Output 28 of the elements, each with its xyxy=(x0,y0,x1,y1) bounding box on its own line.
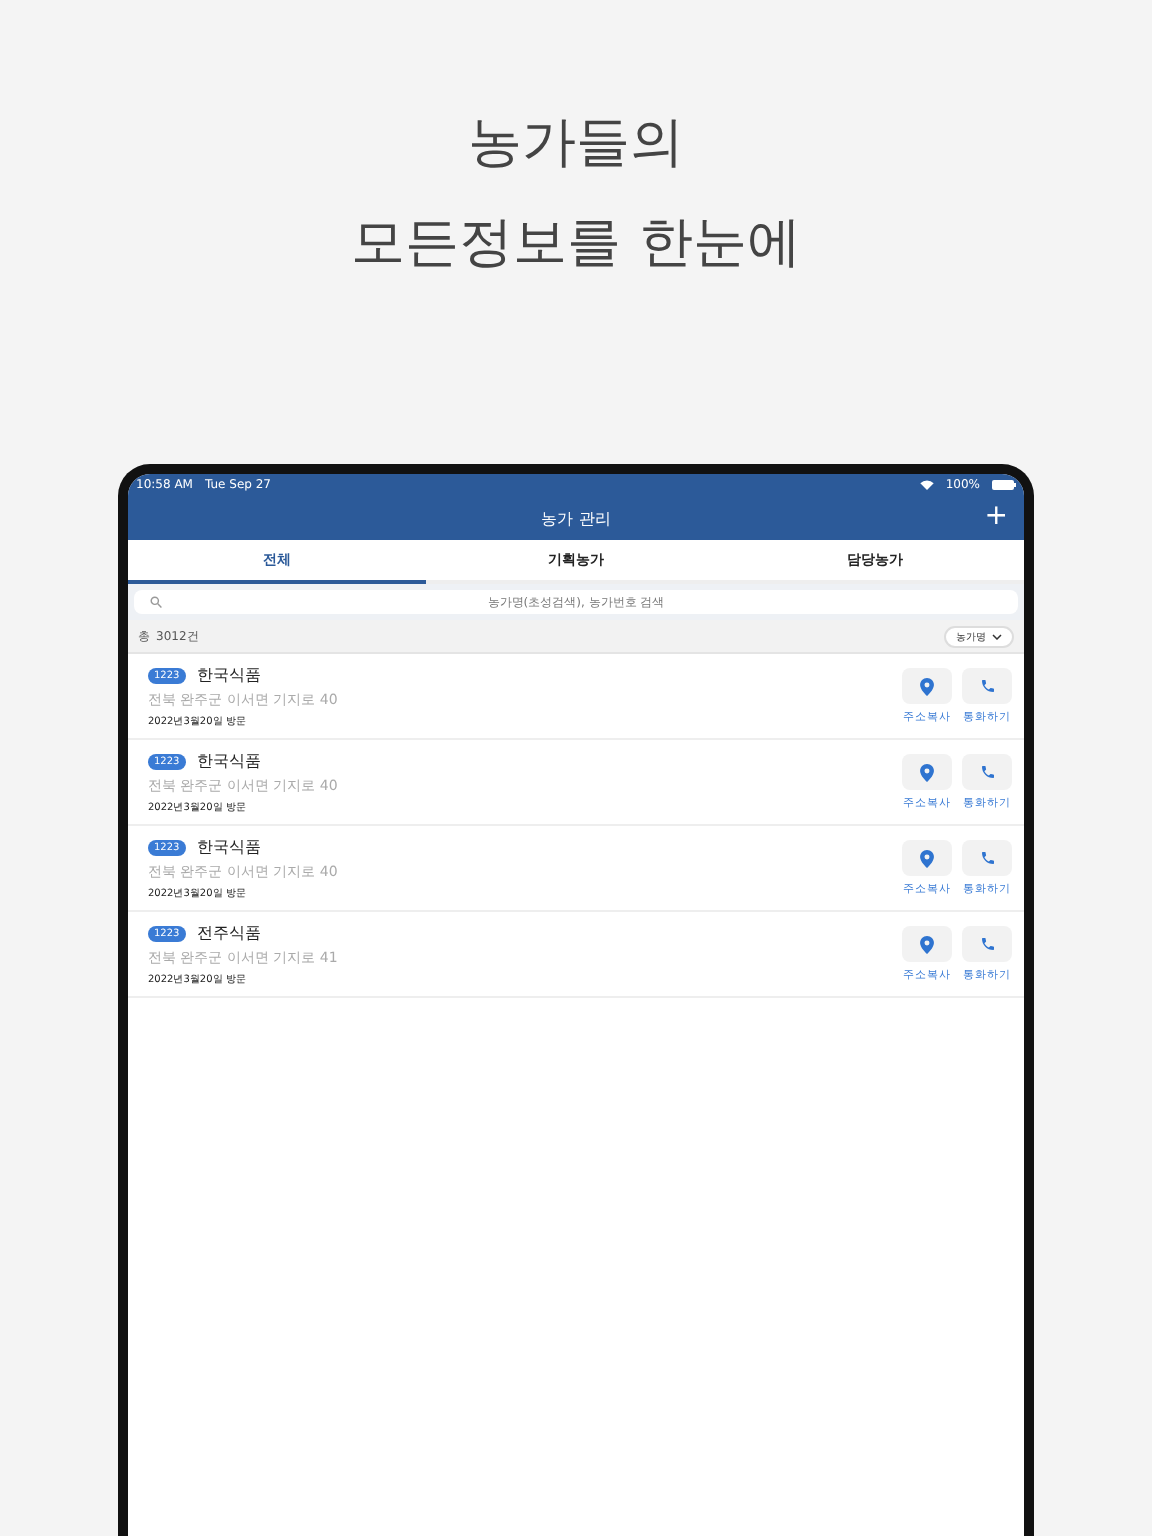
farm-name: 한국식품 xyxy=(197,750,262,772)
copy-address-button[interactable] xyxy=(902,840,952,876)
phone-icon xyxy=(979,678,995,694)
wifi-icon xyxy=(919,480,934,490)
screen-title: 농가 관리 xyxy=(541,507,611,529)
copy-address-button[interactable] xyxy=(902,668,952,704)
call-button[interactable] xyxy=(962,926,1012,962)
phone-icon xyxy=(979,850,995,866)
call-button[interactable] xyxy=(962,754,1012,790)
call-button[interactable] xyxy=(962,668,1012,704)
battery-icon xyxy=(992,480,1016,490)
call-button[interactable] xyxy=(962,840,1012,876)
location-pin-icon xyxy=(920,677,934,695)
copy-address-button[interactable] xyxy=(902,926,952,962)
farm-name: 전주식품 xyxy=(197,922,262,944)
headline: 농가들의 xyxy=(468,110,684,178)
location-pin-icon xyxy=(920,849,934,867)
phone-icon xyxy=(979,936,995,952)
farm-name: 한국식품 xyxy=(197,836,262,858)
add-button[interactable]: + xyxy=(984,502,1008,530)
headline: 모든정보를 한눈에 xyxy=(351,210,801,278)
location-pin-icon xyxy=(920,763,934,781)
chevron-down-icon xyxy=(992,633,1002,639)
farm-name: 한국식품 xyxy=(197,664,262,686)
phone-icon xyxy=(979,764,995,780)
location-pin-icon xyxy=(920,935,934,953)
copy-address-button[interactable] xyxy=(902,754,952,790)
search-icon xyxy=(150,596,162,608)
